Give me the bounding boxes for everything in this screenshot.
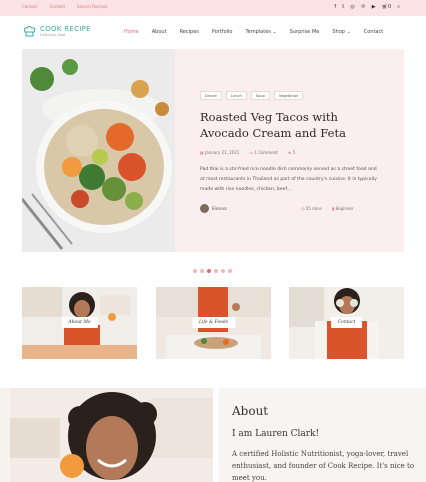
- featured-food-image[interactable]: [22, 49, 175, 252]
- cart-icon[interactable]: 🛒︎0: [382, 3, 392, 12]
- cart-count: 0: [388, 4, 392, 10]
- twitter-icon[interactable]: 𝕥: [342, 3, 344, 12]
- about-photo: [0, 388, 213, 482]
- post-meta: ▦ January 21, 2021 ▭ 1 Comment ★ 5: [200, 150, 390, 155]
- nav-templates-label: Templates: [245, 29, 271, 35]
- about-name: I am Lauren Clark!: [232, 429, 320, 439]
- post-likes[interactable]: ★ 5: [288, 150, 295, 155]
- search-icon[interactable]: ⌕: [397, 3, 400, 12]
- post-excerpt: Pad thai is a stir-fried rice noodle dis…: [200, 167, 377, 192]
- nav-surprise-me[interactable]: Surprise Me: [290, 29, 320, 35]
- instagram-icon[interactable]: ◎: [350, 3, 354, 12]
- nav-shop[interactable]: Shop ⌄: [332, 29, 350, 35]
- post-title[interactable]: Roasted Veg Tacos with Avocado Cream and…: [200, 109, 390, 141]
- logo-subtitle: Delicious food: [40, 32, 66, 37]
- card-about-me-label: About Me: [61, 317, 98, 328]
- top-link-contact[interactable]: Contact: [22, 4, 38, 9]
- avatar[interactable]: [200, 204, 209, 213]
- featured-content: Dinner Lunch Soup Vegetarian Roasted Veg…: [200, 91, 390, 213]
- difficulty-text: Beginner: [335, 206, 354, 211]
- logo-icon: [22, 25, 37, 38]
- slider-dot-3[interactable]: [207, 269, 211, 273]
- difficulty: ▮ Beginner: [332, 206, 354, 211]
- about-panel: About I am Lauren Clark! A certified Hol…: [219, 388, 426, 482]
- card-life-and-foods-label: Life & Foods: [191, 317, 236, 328]
- top-link-search-recipes[interactable]: Search Recipes: [77, 4, 107, 9]
- logo[interactable]: COOK RECIPE Delicious food: [22, 25, 91, 38]
- post-comments-text: 1 Comment: [254, 150, 278, 155]
- slider-dots: [193, 269, 232, 273]
- youtube-icon[interactable]: ▶: [372, 3, 376, 12]
- slider-dot-2[interactable]: [200, 269, 204, 273]
- cook-time-text: 55 mins: [305, 206, 322, 211]
- slider-dot-4[interactable]: [214, 269, 218, 273]
- main-nav: Home About Recipes Portfolio Templates ⌄…: [124, 29, 383, 35]
- author-name[interactable]: Eleanor: [212, 206, 227, 211]
- card-contact-label: Contact: [330, 317, 363, 328]
- top-link-contact-2[interactable]: Contact: [50, 4, 66, 9]
- pinterest-icon[interactable]: ℗: [361, 3, 366, 12]
- social-icons: f 𝕥 ◎ ℗ ▶ 🛒︎0 ⌕: [334, 3, 400, 12]
- nav-home[interactable]: Home: [124, 29, 139, 35]
- post-comments[interactable]: ▭ 1 Comment: [249, 150, 277, 155]
- nav-recipes[interactable]: Recipes: [180, 29, 199, 35]
- post-date-text: January 21, 2021: [205, 150, 240, 155]
- slider-dot-6[interactable]: [228, 269, 232, 273]
- slider-dot-5[interactable]: [221, 269, 225, 273]
- post-footer: Eleanor ◷ 55 mins ▮ Beginner: [200, 204, 390, 216]
- card-life-and-foods[interactable]: Life & Foods: [156, 287, 271, 359]
- logo-title: COOK RECIPE: [40, 24, 91, 33]
- card-contact[interactable]: Contact: [289, 287, 404, 359]
- top-links: Contact Contact Search Recipes: [22, 4, 108, 9]
- slider-dot-1[interactable]: [193, 269, 197, 273]
- top-bar: Contact Contact Search Recipes f 𝕥 ◎ ℗ ▶…: [0, 0, 426, 16]
- nav-templates[interactable]: Templates ⌄: [245, 29, 276, 35]
- tag-soup[interactable]: Soup: [250, 91, 270, 100]
- about-heading: About: [232, 404, 269, 418]
- post-likes-text: 5: [292, 150, 296, 155]
- nav-shop-label: Shop: [332, 29, 345, 35]
- about-text: A certified Holistic Nutritionist, yoga-…: [232, 450, 415, 482]
- facebook-icon[interactable]: f: [334, 3, 336, 12]
- tag-vegetarian[interactable]: Vegetarian: [273, 91, 304, 100]
- tag-dinner[interactable]: Dinner: [200, 91, 223, 100]
- chevron-down-icon: ⌄: [270, 29, 277, 35]
- cook-time: ◷ 55 mins: [301, 206, 322, 211]
- tag-list: Dinner Lunch Soup Vegetarian: [200, 91, 390, 100]
- tag-lunch[interactable]: Lunch: [226, 91, 247, 100]
- site-header: COOK RECIPE Delicious food Home About Re…: [0, 16, 426, 49]
- nav-portfolio[interactable]: Portfolio: [212, 29, 233, 35]
- nav-contact[interactable]: Contact: [364, 29, 383, 35]
- nav-about[interactable]: About: [152, 29, 167, 35]
- post-date: ▦ January 21, 2021: [200, 150, 239, 155]
- card-about-me[interactable]: About Me: [22, 287, 137, 359]
- chevron-down-icon: ⌄: [344, 29, 351, 35]
- featured-post: Dinner Lunch Soup Vegetarian Roasted Veg…: [22, 49, 404, 252]
